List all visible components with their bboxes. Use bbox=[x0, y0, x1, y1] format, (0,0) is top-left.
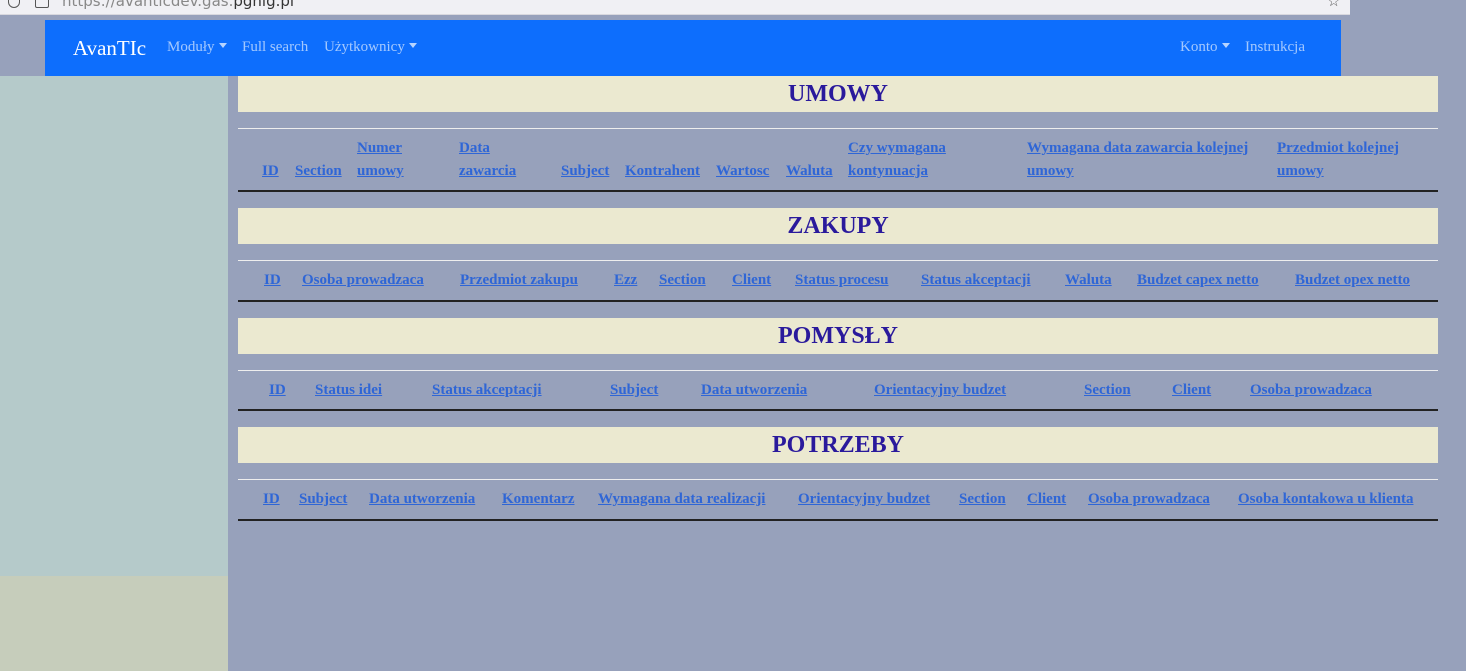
column-header[interactable]: Ezz bbox=[614, 269, 637, 292]
column-header[interactable]: Status akceptacji bbox=[432, 379, 542, 402]
caret-down-icon bbox=[218, 43, 227, 48]
column-header[interactable]: Kontrahent bbox=[625, 160, 700, 183]
nav-konto-dropdown[interactable]: Konto bbox=[1180, 39, 1230, 56]
table-umowy: ID Section Numer umowy Data zawarcia Sub… bbox=[238, 128, 1438, 192]
column-header[interactable]: Subject bbox=[561, 160, 609, 183]
table-zakupy: ID Osoba prowadzaca Przedmiot zakupu Ezz… bbox=[238, 260, 1438, 302]
section-title-umowy: UMOWY bbox=[238, 76, 1438, 112]
column-header[interactable]: Data utworzenia bbox=[369, 488, 475, 511]
column-header[interactable]: Status idei bbox=[315, 379, 382, 402]
column-header[interactable]: Waluta bbox=[786, 160, 833, 183]
column-header[interactable]: Subject bbox=[299, 488, 347, 511]
column-header[interactable]: Orientacyjny budzet bbox=[798, 488, 930, 511]
sidebar bbox=[0, 76, 228, 576]
shield-icon[interactable] bbox=[8, 0, 20, 8]
column-header[interactable]: Osoba kontakowa u klienta bbox=[1238, 488, 1413, 511]
column-header[interactable]: Client bbox=[1172, 379, 1211, 402]
section-title-potrzeby: POTRZEBY bbox=[238, 427, 1438, 463]
brand-link[interactable]: AvanTIc bbox=[73, 36, 146, 61]
column-header[interactable]: Osoba prowadzaca bbox=[1088, 488, 1210, 511]
column-header[interactable]: Przedmiot zakupu bbox=[460, 269, 578, 292]
column-header[interactable]: Subject bbox=[610, 379, 658, 402]
nav-instrukcja[interactable]: Instrukcja bbox=[1245, 39, 1305, 56]
column-header[interactable]: Data utworzenia bbox=[701, 379, 807, 402]
browser-url-bar[interactable]: https://avanticdev.gas.pgnig.pl ☆ bbox=[0, 0, 1350, 15]
nav-uzytkownicy-dropdown[interactable]: Użytkownicy bbox=[324, 39, 417, 56]
section-title-pomysly: POMYSŁY bbox=[238, 318, 1438, 354]
caret-down-icon bbox=[1221, 43, 1230, 48]
column-header[interactable]: Wymagana data realizacji bbox=[598, 488, 765, 511]
url-text[interactable]: https://avanticdev.gas.pgnig.pl bbox=[62, 0, 294, 10]
nav-full-search[interactable]: Full search bbox=[242, 39, 308, 56]
column-header[interactable]: Wartosc bbox=[716, 160, 769, 183]
column-header[interactable]: Numer umowy bbox=[357, 137, 427, 183]
column-header[interactable]: ID bbox=[263, 488, 280, 511]
column-header[interactable]: Section bbox=[959, 488, 1006, 511]
column-header[interactable]: Client bbox=[1027, 488, 1066, 511]
column-header[interactable]: Czy wymagana kontynuacja bbox=[848, 137, 978, 183]
column-header[interactable]: Status akceptacji bbox=[921, 269, 1031, 292]
caret-down-icon bbox=[408, 43, 417, 48]
column-header[interactable]: ID bbox=[264, 269, 281, 292]
column-header[interactable]: Data zawarcia bbox=[459, 137, 539, 183]
top-navbar: AvanTIc Moduły Full search Użytkownicy K… bbox=[45, 20, 1341, 76]
column-header[interactable]: Wymagana data zawarcia kolejnej umowy bbox=[1027, 137, 1262, 183]
column-header[interactable]: ID bbox=[269, 379, 286, 402]
column-header[interactable]: Osoba prowadzaca bbox=[302, 269, 424, 292]
column-header[interactable]: Przedmiot kolejnej umowy bbox=[1277, 137, 1417, 183]
column-header[interactable]: Orientacyjny budzet bbox=[874, 379, 1006, 402]
column-header[interactable]: Komentarz bbox=[502, 488, 574, 511]
nav-moduly-dropdown[interactable]: Moduły bbox=[167, 39, 227, 56]
bookmark-star-icon[interactable]: ☆ bbox=[1327, 0, 1340, 10]
table-pomysly: ID Status idei Status akceptacji Subject… bbox=[238, 370, 1438, 411]
sidebar-footer bbox=[0, 576, 228, 671]
lock-icon[interactable] bbox=[35, 0, 49, 8]
column-header[interactable]: Budzet capex netto bbox=[1137, 269, 1259, 292]
column-header[interactable]: Section bbox=[295, 160, 342, 183]
column-header[interactable]: Section bbox=[659, 269, 706, 292]
section-title-zakupy: ZAKUPY bbox=[238, 208, 1438, 244]
table-potrzeby: ID Subject Data utworzenia Komentarz Wym… bbox=[238, 479, 1438, 521]
column-header[interactable]: Status procesu bbox=[795, 269, 889, 292]
column-header[interactable]: ID bbox=[262, 160, 279, 183]
column-header[interactable]: Waluta bbox=[1065, 269, 1112, 292]
column-header[interactable]: Osoba prowadzaca bbox=[1250, 379, 1372, 402]
column-header[interactable]: Client bbox=[732, 269, 771, 292]
column-header[interactable]: Section bbox=[1084, 379, 1131, 402]
column-header[interactable]: Budzet opex netto bbox=[1295, 269, 1410, 292]
